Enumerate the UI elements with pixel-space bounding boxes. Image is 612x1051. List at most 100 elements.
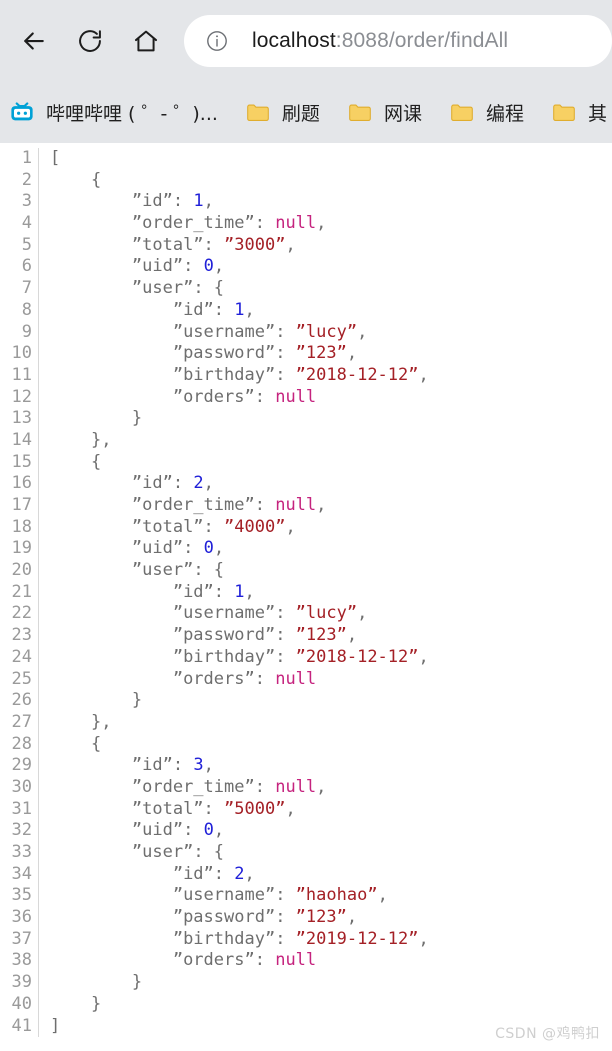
json-line: }	[50, 690, 612, 712]
json-token-p: :	[275, 885, 296, 906]
json-token-p: {	[90, 733, 102, 754]
line-number: 19	[11, 538, 32, 559]
json-token-k: ”birthday”	[172, 646, 276, 667]
json-token-p: ,	[285, 234, 296, 255]
json-token-k: ”id”	[172, 299, 214, 320]
url-text: localhost:8088/order/findAll	[252, 29, 508, 53]
json-token-p: },	[90, 429, 112, 450]
json-token-p: ,	[346, 625, 358, 646]
bookmark-folder-shuati[interactable]: 刷题	[244, 93, 320, 133]
json-token-p: }	[131, 972, 143, 993]
json-token-num: 0	[203, 820, 214, 841]
json-token-k: ”birthday”	[172, 364, 276, 385]
json-line: }	[50, 972, 612, 994]
json-line: ”uid”: 0,	[50, 820, 612, 842]
bookmark-item-bilibili[interactable]: 哔哩哔哩 ( ゜- ゜)...	[8, 93, 218, 133]
json-token-p: :	[275, 321, 296, 342]
json-token-p: ,	[418, 646, 429, 667]
json-line: [	[50, 148, 612, 170]
json-token-num: 2	[193, 473, 204, 494]
json-token-k: ”total”	[131, 798, 204, 819]
json-token-k: ”password”	[172, 625, 276, 646]
json-line: ”uid”: 0,	[50, 256, 612, 278]
line-number: 17	[11, 495, 32, 515]
json-token-nul: null	[275, 213, 317, 234]
line-number: 16	[11, 473, 32, 494]
json-token-k: ”id”	[131, 755, 173, 776]
line-number: 10	[11, 343, 32, 364]
json-token-str: ”5000”	[224, 798, 286, 819]
json-line: ”username”: ”haohao”,	[50, 885, 612, 907]
folder-icon	[550, 99, 578, 127]
json-token-k: ”id”	[131, 473, 173, 494]
json-token-p: ,	[357, 321, 368, 342]
json-token-p: :	[172, 473, 194, 494]
json-token-p: :	[275, 646, 296, 667]
back-arrow-icon	[19, 26, 49, 56]
line-number: 13	[11, 408, 32, 429]
json-token-k: ”id”	[172, 863, 214, 884]
line-number: 28	[11, 733, 32, 754]
json-line: },	[50, 712, 612, 734]
line-number: 30	[11, 776, 32, 797]
json-line: ”birthday”: ”2019-12-12”,	[50, 929, 612, 951]
home-button[interactable]	[118, 13, 174, 69]
back-button[interactable]	[6, 13, 62, 69]
json-token-num: 0	[203, 538, 214, 559]
json-line: }	[50, 408, 612, 430]
json-token-p: :	[275, 907, 296, 928]
json-token-p: {	[90, 169, 102, 190]
json-token-k: ”password”	[172, 907, 276, 928]
json-token-p: }	[131, 408, 143, 429]
json-token-k: ”username”	[172, 603, 276, 624]
site-info-icon[interactable]	[202, 26, 232, 56]
line-number: 26	[11, 690, 32, 711]
reload-button[interactable]	[62, 13, 118, 69]
json-line: ”orders”: null	[50, 669, 612, 691]
json-line: ”orders”: null	[50, 387, 612, 409]
line-number: 35	[11, 885, 32, 906]
bookmark-folder-qita[interactable]: 其	[550, 93, 607, 133]
json-line: ”id”: 1,	[50, 582, 612, 604]
json-line: ”birthday”: ”2018-12-12”,	[50, 647, 612, 669]
folder-icon	[244, 99, 272, 127]
json-token-k: ”orders”	[172, 386, 255, 407]
line-number: 5	[21, 234, 32, 255]
address-bar[interactable]: localhost:8088/order/findAll	[184, 15, 612, 67]
json-token-k: ”birthday”	[172, 928, 276, 949]
json-line: ”username”: ”lucy”,	[50, 322, 612, 344]
json-token-p: ,	[418, 928, 429, 949]
csdn-watermark: CSDN @鸡鸭扣	[495, 1026, 600, 1042]
line-number: 3	[21, 191, 32, 212]
json-token-p: :	[213, 581, 235, 602]
json-token-num: 3	[193, 755, 204, 776]
json-token-p: {	[90, 451, 102, 472]
json-token-p: :	[254, 776, 276, 797]
bookmark-folder-biancheng[interactable]: 编程	[448, 93, 524, 133]
url-host: localhost	[252, 29, 336, 52]
line-number: 27	[11, 711, 32, 732]
json-token-p: :	[275, 603, 296, 624]
json-token-str: ”2019-12-12”	[295, 928, 419, 949]
json-line: ”uid”: 0,	[50, 538, 612, 560]
json-token-k: ”uid”	[131, 820, 184, 841]
bookmark-folder-wangke[interactable]: 网课	[346, 93, 422, 133]
json-token-k: ”user”	[131, 842, 194, 862]
line-number: 25	[11, 668, 32, 689]
json-token-k: ”username”	[172, 885, 276, 906]
json-content[interactable]: [ { ”id”: 1, ”order_time”: null, ”total”…	[39, 148, 612, 1037]
json-token-p: ,	[285, 798, 296, 819]
json-line: ”total”: ”4000”,	[50, 517, 612, 539]
